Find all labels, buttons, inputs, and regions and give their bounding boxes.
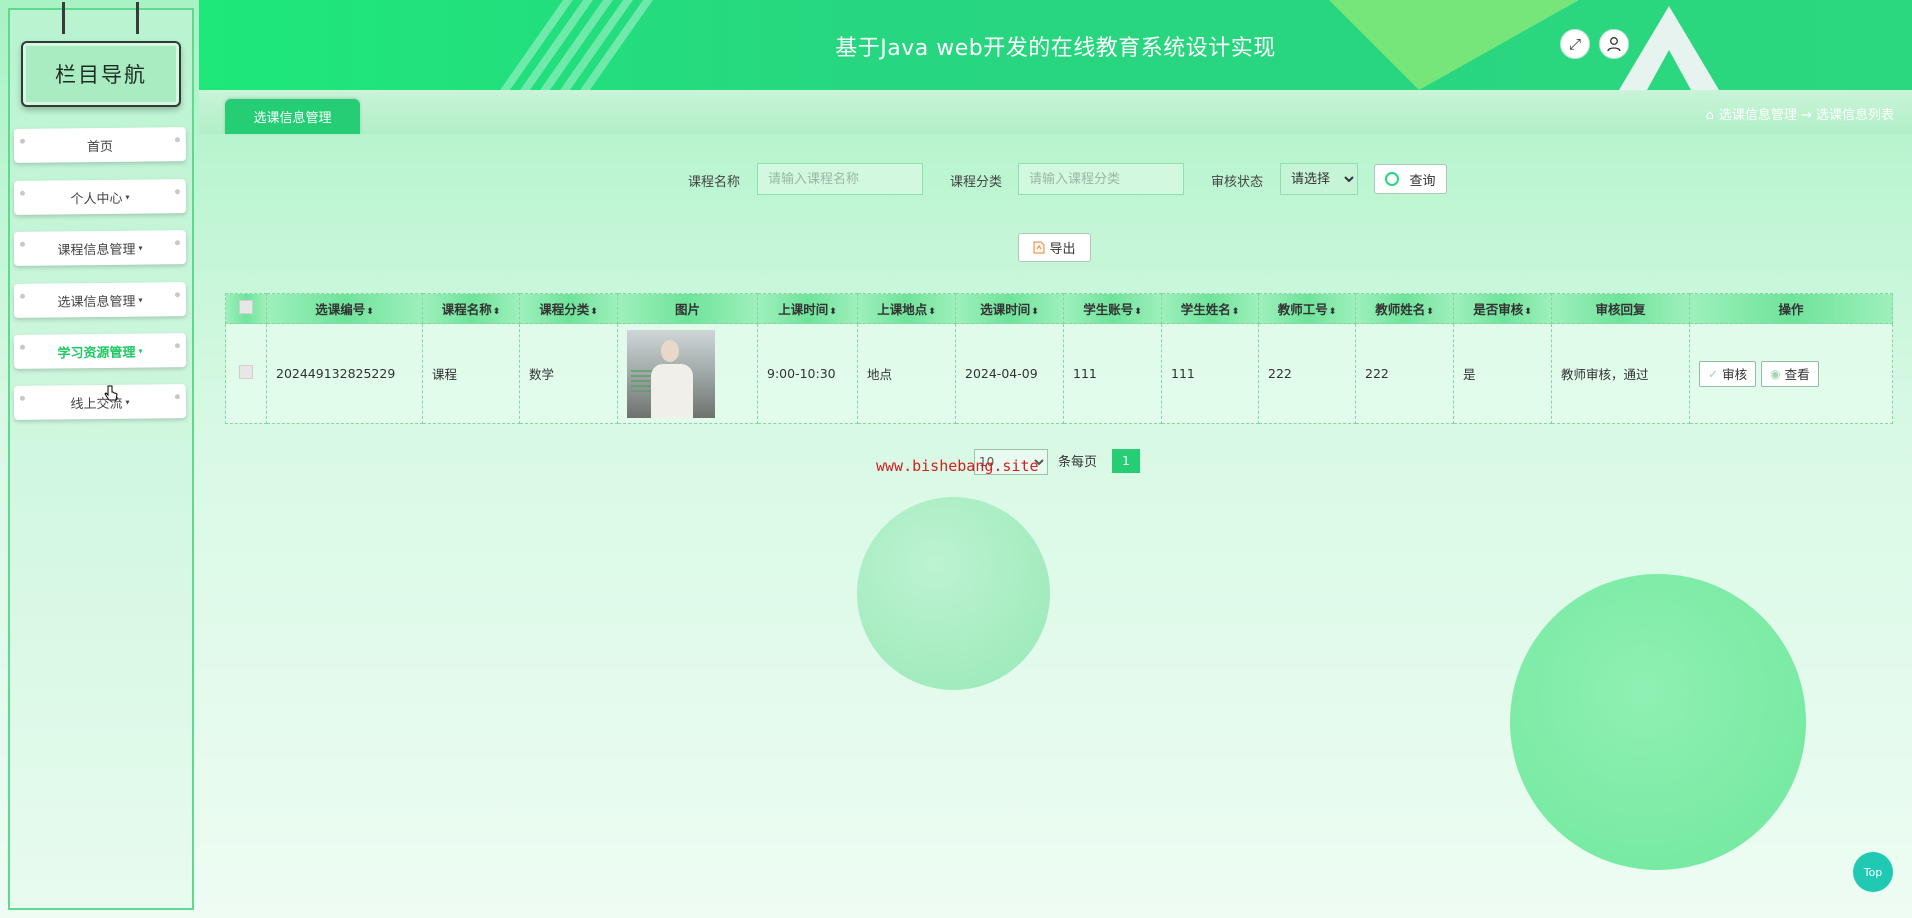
course-thumbnail[interactable] [627,329,715,418]
column-header[interactable]: 学生账号⬍ [1063,293,1162,324]
query-button[interactable]: 查询 [1374,164,1447,194]
eye-icon: ◉ [1770,366,1781,381]
breadcrumb: ⌂ 选课信息管理 → 选课信息列表 [1706,104,1894,123]
search-form: 课程名称 课程分类 审核状态 请选择 查询 [0,162,1912,196]
row-checkbox[interactable] [239,365,253,379]
query-label: 查询 [1409,173,1436,189]
column-header[interactable]: 上课时间⬍ [757,293,858,324]
table-row: 202449132825229 课程 数学 9:00-10:30 地点 2024… [225,323,1893,424]
course-category-input[interactable] [1018,163,1184,195]
sort-icon: ⬍ [829,307,837,317]
caret-down-icon: ▾ [125,397,130,407]
decor-circle [1510,574,1806,870]
export-label: 导出 [1049,242,1076,257]
sort-icon: ⬍ [1031,307,1039,317]
sidebar-item-online-chat[interactable]: 线上交流 ▾ [13,384,187,420]
course-name-input[interactable] [757,163,923,195]
sidebar-item-label: 课程信息管理 [57,242,136,258]
sort-icon: ⬍ [1134,307,1142,317]
search-icon [1385,172,1400,186]
select-all-cell[interactable] [225,293,267,324]
sidebar-item-course-info[interactable]: 课程信息管理 ▾ [13,230,187,266]
tab-bar: 选课信息管理 ⌂ 选课信息管理 → 选课信息列表 [199,90,1912,134]
cell-category: 数学 [519,323,618,424]
page-number-button[interactable]: 1 [1112,449,1140,473]
cell-image [617,323,758,424]
cell-actions: ✓ 审核 ◉ 查看 [1689,323,1893,424]
sort-icon: ⬍ [1231,307,1240,317]
cell-class-time: 9:00-10:30 [757,323,858,424]
course-name-label: 课程名称 [688,175,741,190]
column-header[interactable]: 上课地点⬍ [857,293,956,324]
cell-location: 地点 [857,323,956,424]
per-page-label: 条每页 [1058,455,1098,470]
back-to-top-button[interactable]: Top [1853,852,1893,892]
column-header[interactable]: 课程分类⬍ [519,293,618,324]
cell-audited: 是 [1453,323,1552,424]
sidebar-item-label: 首页 [86,139,114,155]
column-header[interactable]: 教师姓名⬍ [1355,293,1454,324]
column-header[interactable]: 是否审核⬍ [1453,293,1552,324]
cell-student-account: 111 [1063,323,1162,424]
export-button[interactable]: 导出 [1018,233,1091,262]
page-title: 基于Java web开发的在线教育系统设计实现 [835,36,1276,61]
sort-icon: ⬍ [492,307,501,317]
sort-icon: ⬍ [366,307,374,317]
home-icon[interactable]: ⌂ [1706,108,1714,123]
sidebar-item-label: 选课信息管理 [57,294,136,310]
cell-id: 202449132825229 [266,323,423,424]
user-icon [1607,37,1621,52]
decor-circle [857,497,1050,690]
cell-reply: 教师审核，通过 [1551,323,1690,424]
tab-selection-info[interactable]: 选课信息管理 [225,99,360,134]
cell-student-name: 111 [1161,323,1259,424]
cell-teacher-name: 222 [1355,323,1454,424]
sort-icon: ⬍ [590,307,598,317]
course-selection-table: 选课编号⬍ 课程名称⬍ 课程分类⬍ 图片 上课时间⬍ 上课地点⬍ 选课时间⬍ 学… [225,293,1893,424]
cell-teacher-id: 222 [1258,323,1356,424]
header: 基于Java web开发的在线教育系统设计实现 ⤢ [199,0,1912,90]
column-header: 操作 [1689,293,1893,324]
file-export-icon [1033,241,1045,254]
sort-icon: ⬍ [1328,307,1337,317]
caret-down-icon: ▾ [138,295,143,305]
audit-status-select[interactable]: 请选择 [1280,163,1358,195]
audit-button[interactable]: ✓ 审核 [1699,360,1757,387]
sort-icon: ⬍ [1426,307,1434,317]
column-header[interactable]: 学生姓名⬍ [1161,293,1259,324]
hanger-rope [136,2,139,34]
sidebar-item-selection-info[interactable]: 选课信息管理 ▾ [13,282,187,318]
sort-icon: ⬍ [928,307,936,317]
check-circle-icon: ✓ [1708,366,1719,381]
fullscreen-button[interactable]: ⤢ [1560,29,1590,59]
hand-cursor-icon [104,385,118,401]
sidebar: 栏目导航 首页 个人中心 ▾ 课程信息管理 ▾ 选课信息管理 ▾ 学习资源管理 … [8,2,194,910]
sort-icon: ⬍ [1524,307,1532,317]
expand-icon: ⤢ [1568,35,1581,53]
column-header: 审核回复 [1551,293,1690,324]
user-button[interactable] [1599,29,1629,59]
column-header[interactable]: 选课编号⬍ [266,293,423,324]
course-category-label: 课程分类 [950,175,1003,190]
caret-down-icon: ▾ [138,346,143,356]
audit-status-label: 审核状态 [1211,175,1264,190]
column-header[interactable]: 选课时间⬍ [955,293,1064,324]
watermark: www.bishebang.site [876,457,1039,475]
view-button[interactable]: ◉ 查看 [1761,360,1819,387]
cell-course-name: 课程 [422,323,520,424]
table-header-row: 选课编号⬍ 课程名称⬍ 课程分类⬍ 图片 上课时间⬍ 上课地点⬍ 选课时间⬍ 学… [225,293,1893,324]
breadcrumb-path: 选课信息管理 → 选课信息列表 [1718,108,1894,123]
column-header[interactable]: 教师工号⬍ [1258,293,1356,324]
caret-down-icon: ▾ [138,243,143,253]
sidebar-item-learning-resources[interactable]: 学习资源管理 ▾ [13,333,187,369]
sidebar-item-label: 学习资源管理 [57,345,136,361]
hanger-rope [62,2,65,34]
row-select-cell[interactable] [225,323,267,424]
nav-title: 栏目导航 [21,41,181,107]
column-header[interactable]: 课程名称⬍ [422,293,520,324]
cell-select-time: 2024-04-09 [955,323,1064,424]
select-all-checkbox[interactable] [239,300,253,314]
sidebar-item-home[interactable]: 首页 [13,127,187,163]
column-header: 图片 [617,293,758,324]
